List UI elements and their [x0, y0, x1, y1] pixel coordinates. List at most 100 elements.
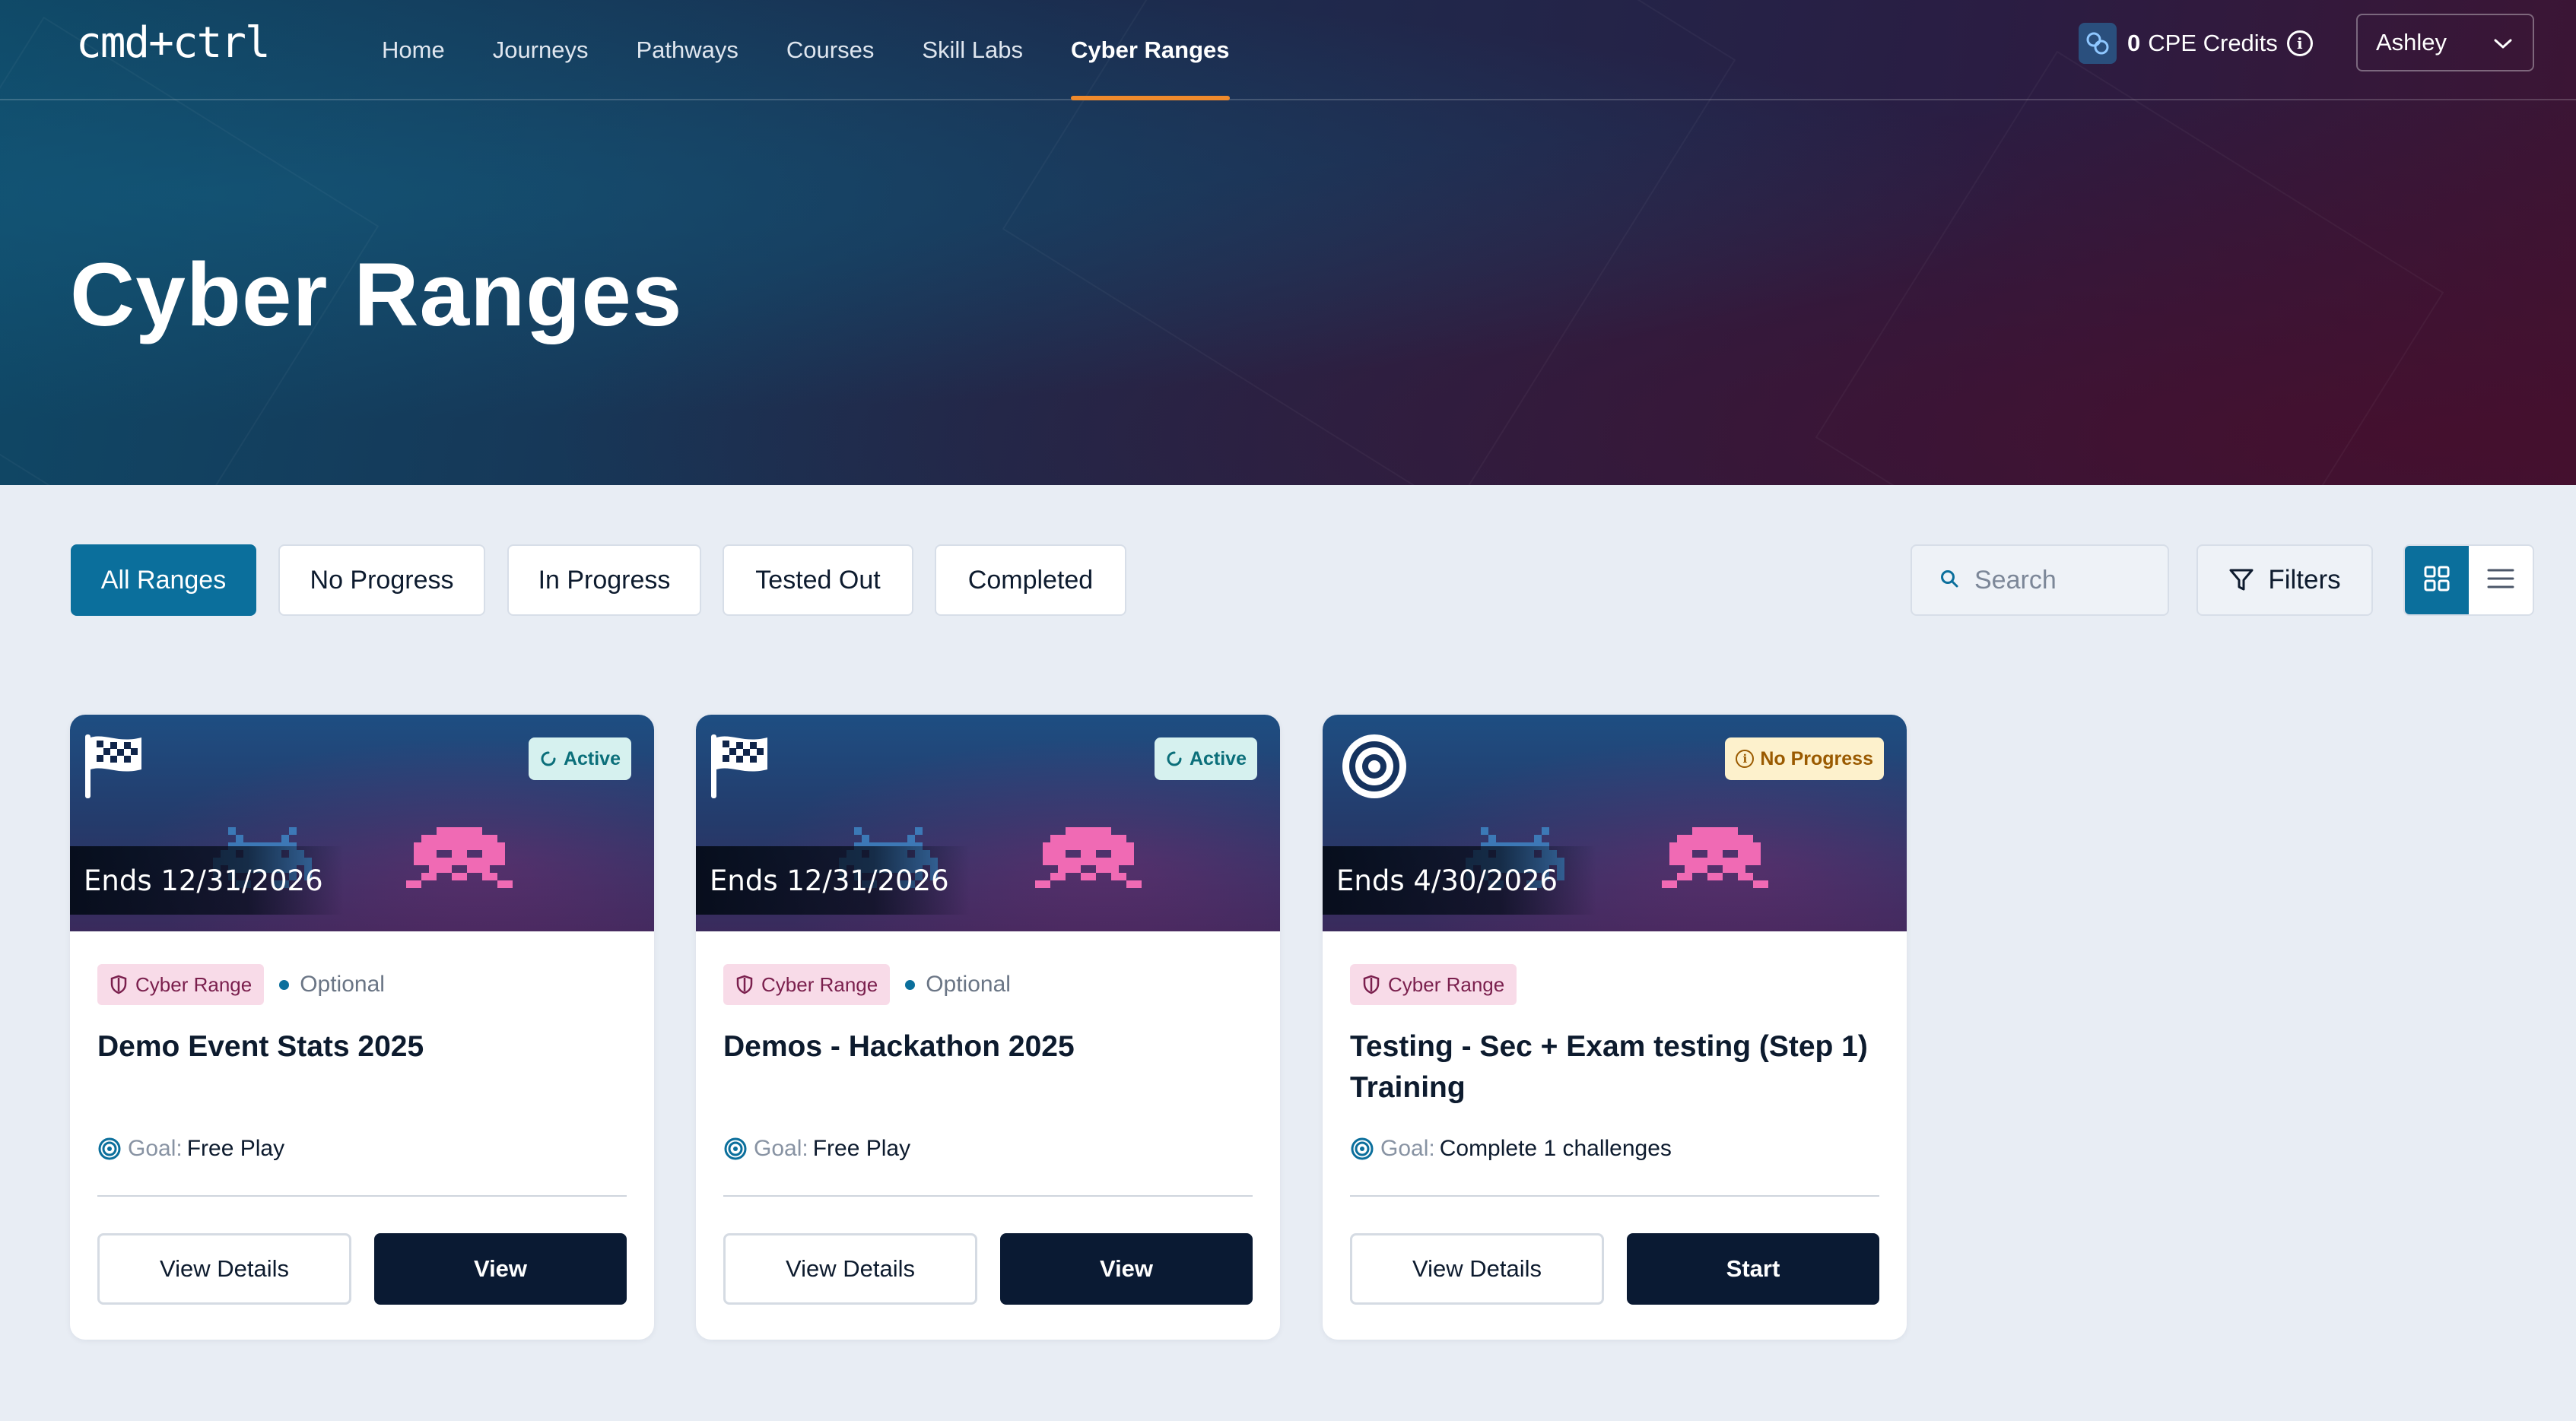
search-input[interactable] [1974, 565, 2157, 595]
list-view-button[interactable] [2469, 546, 2533, 614]
target-icon [1339, 731, 1409, 805]
filter-icon [2228, 567, 2254, 593]
main-nav: Home Journeys Pathways Courses Skill Lab… [382, 0, 1278, 100]
filters-button[interactable]: Filters [2196, 544, 2373, 616]
search-box[interactable] [1911, 544, 2169, 616]
optional-tag: Optional [279, 972, 385, 998]
card-banner: Active Ends 12/31/2026 [70, 715, 654, 931]
view-details-button[interactable]: View Details [1350, 1233, 1604, 1305]
view-button[interactable]: View [374, 1233, 627, 1305]
tab-tested-out[interactable]: Tested Out [723, 544, 913, 616]
checkered-flag-icon [82, 731, 146, 804]
end-date: Ends 12/31/2026 [70, 846, 344, 915]
card-meta: Cyber Range Optional [723, 964, 1011, 1005]
search-icon [1939, 569, 1959, 592]
nav-skill-labs[interactable]: Skill Labs [922, 0, 1023, 100]
top-navigation-bar: cmd+ctrl Home Journeys Pathways Courses … [0, 0, 2576, 100]
shield-icon [736, 975, 753, 994]
optional-label: Optional [926, 972, 1011, 997]
type-label: Cyber Range [135, 972, 253, 996]
range-card: i No Progress Ends 4/30/2026 Cyber Range… [1323, 715, 1907, 1340]
view-details-button[interactable]: View Details [723, 1233, 977, 1305]
hero-decoration [1815, 50, 2444, 485]
type-badge: Cyber Range [723, 964, 891, 1005]
nav-cyber-ranges[interactable]: Cyber Ranges [1071, 0, 1230, 100]
nav-courses[interactable]: Courses [786, 0, 874, 100]
view-toggle [2403, 544, 2534, 616]
status-label: Active [563, 747, 621, 769]
goal-label: Goal: [754, 1136, 808, 1161]
card-banner: i No Progress Ends 4/30/2026 [1323, 715, 1907, 931]
shield-icon [110, 975, 127, 994]
card-meta: Cyber Range [1350, 964, 1517, 1005]
status-badge: Active [1154, 737, 1257, 780]
user-menu[interactable]: Ashley [2356, 14, 2534, 71]
info-icon: i [1736, 750, 1755, 768]
tab-no-progress[interactable]: No Progress [278, 544, 485, 616]
type-label: Cyber Range [761, 972, 878, 996]
view-button[interactable]: View [1000, 1233, 1253, 1305]
goal-label: Goal: [128, 1136, 183, 1161]
card-meta: Cyber Range Optional [97, 964, 385, 1005]
divider [1350, 1195, 1879, 1197]
start-button[interactable]: Start [1627, 1233, 1879, 1305]
end-date: Ends 4/30/2026 [1323, 846, 1596, 915]
tab-completed[interactable]: Completed [935, 544, 1126, 616]
user-name: Ashley [2376, 29, 2447, 56]
credits-count: 0 [2127, 30, 2141, 56]
goal: Goal: Free Play [97, 1136, 284, 1162]
nav-pathways[interactable]: Pathways [637, 0, 738, 100]
dot-icon [279, 979, 290, 990]
space-invader-icon [1035, 827, 1142, 907]
range-card: Active Ends 12/31/2026 Cyber Range Optio… [70, 715, 654, 1340]
type-label: Cyber Range [1388, 972, 1505, 996]
filters-label: Filters [2268, 565, 2341, 595]
card-title[interactable]: Testing - Sec + Exam testing (Step 1) Tr… [1350, 1026, 1882, 1109]
status-label: No Progress [1760, 747, 1873, 769]
loading-icon [541, 751, 556, 766]
cpe-credits: 0 CPE Credits i [2079, 21, 2313, 65]
range-card: Active Ends 12/31/2026 Cyber Range Optio… [696, 715, 1280, 1340]
nav-home[interactable]: Home [382, 0, 445, 100]
goal-label: Goal: [1380, 1136, 1435, 1161]
goal-value: Free Play [186, 1136, 285, 1161]
status-badge: Active [528, 737, 631, 780]
credits-icon [2079, 23, 2117, 64]
card-banner: Active Ends 12/31/2026 [696, 715, 1280, 931]
divider [97, 1195, 627, 1197]
grid-view-button[interactable] [2405, 546, 2469, 614]
nav-journeys[interactable]: Journeys [493, 0, 589, 100]
target-icon [1351, 1137, 1374, 1160]
info-icon[interactable]: i [2286, 30, 2313, 56]
goal: Goal: Complete 1 challenges [1350, 1136, 1672, 1162]
target-icon [724, 1137, 747, 1160]
goal-value: Complete 1 challenges [1439, 1136, 1672, 1161]
space-invader-icon [406, 827, 513, 907]
type-badge: Cyber Range [97, 964, 265, 1005]
end-date: Ends 12/31/2026 [696, 846, 970, 915]
card-title[interactable]: Demos - Hackathon 2025 [723, 1026, 1256, 1067]
view-details-button[interactable]: View Details [97, 1233, 351, 1305]
goal-value: Free Play [812, 1136, 911, 1161]
target-icon [98, 1137, 121, 1160]
type-badge: Cyber Range [1350, 964, 1517, 1005]
space-invader-icon [1662, 827, 1768, 907]
chevron-down-icon [2493, 29, 2513, 56]
grid-icon [2423, 565, 2451, 596]
credits-label: CPE Credits [2148, 30, 2278, 56]
page-title: Cyber Ranges [70, 245, 683, 345]
optional-label: Optional [300, 972, 385, 997]
loading-icon [1167, 751, 1182, 766]
status-badge: i No Progress [1725, 737, 1884, 780]
divider [723, 1195, 1253, 1197]
tab-in-progress[interactable]: In Progress [507, 544, 701, 616]
checkered-flag-icon [708, 731, 772, 804]
optional-tag: Optional [905, 972, 1011, 998]
logo[interactable]: cmd+ctrl [76, 18, 271, 68]
tab-all-ranges[interactable]: All Ranges [71, 544, 256, 616]
goal: Goal: Free Play [723, 1136, 910, 1162]
card-title[interactable]: Demo Event Stats 2025 [97, 1026, 630, 1067]
shield-icon [1363, 975, 1380, 994]
dot-icon [905, 979, 916, 990]
list-icon [2487, 567, 2514, 594]
